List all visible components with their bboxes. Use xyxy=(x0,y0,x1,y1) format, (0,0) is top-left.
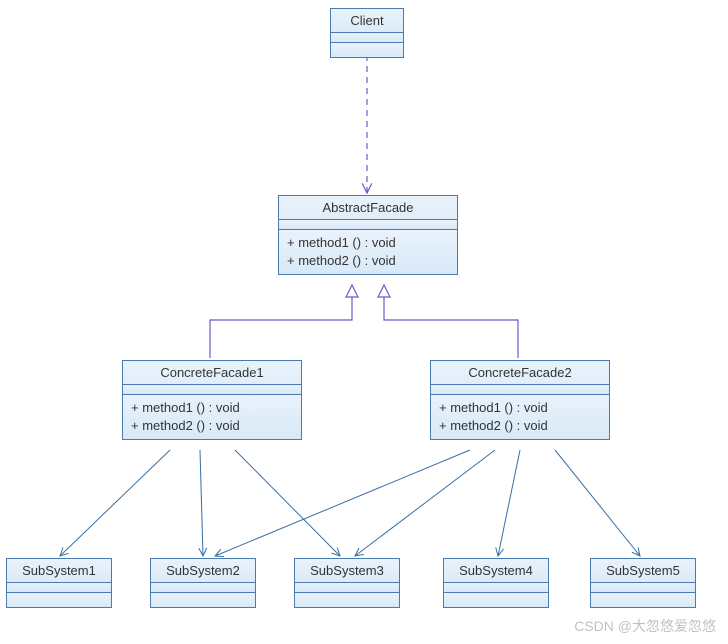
class-subsystem-2: SubSystem2 xyxy=(150,558,256,608)
class-subsystem-4: SubSystem4 xyxy=(443,558,549,608)
class-title: ConcreteFacade1 xyxy=(123,361,301,385)
class-title: SubSystem4 xyxy=(444,559,548,583)
class-client: Client xyxy=(330,8,404,58)
class-subsystem-3: SubSystem3 xyxy=(294,558,400,608)
class-subsystem-5: SubSystem5 xyxy=(590,558,696,608)
class-title: SubSystem2 xyxy=(151,559,255,583)
class-title: ConcreteFacade2 xyxy=(431,361,609,385)
class-attrs xyxy=(295,583,399,593)
class-attrs xyxy=(279,220,457,230)
class-title: SubSystem5 xyxy=(591,559,695,583)
class-methods xyxy=(7,593,111,607)
class-methods xyxy=(295,593,399,607)
class-attrs xyxy=(7,583,111,593)
method: + method1 () : void xyxy=(287,234,449,252)
class-methods: + method1 () : void + method2 () : void xyxy=(123,395,301,439)
class-concrete-facade-1: ConcreteFacade1 + method1 () : void + me… xyxy=(122,360,302,440)
method: + method2 () : void xyxy=(439,417,601,435)
class-methods xyxy=(331,43,403,57)
class-methods: + method1 () : void + method2 () : void xyxy=(431,395,609,439)
class-attrs xyxy=(123,385,301,395)
method: + method2 () : void xyxy=(287,252,449,270)
class-attrs xyxy=(444,583,548,593)
class-title: SubSystem3 xyxy=(295,559,399,583)
class-attrs xyxy=(431,385,609,395)
watermark: CSDN @大忽悠爱忽悠 xyxy=(574,616,716,636)
class-attrs xyxy=(151,583,255,593)
class-concrete-facade-2: ConcreteFacade2 + method1 () : void + me… xyxy=(430,360,610,440)
class-title: AbstractFacade xyxy=(279,196,457,220)
method: + method2 () : void xyxy=(131,417,293,435)
class-attrs xyxy=(591,583,695,593)
class-title: SubSystem1 xyxy=(7,559,111,583)
class-subsystem-1: SubSystem1 xyxy=(6,558,112,608)
class-methods xyxy=(444,593,548,607)
class-attrs xyxy=(331,33,403,43)
class-methods xyxy=(591,593,695,607)
class-abstract-facade: AbstractFacade + method1 () : void + met… xyxy=(278,195,458,275)
class-methods xyxy=(151,593,255,607)
method: + method1 () : void xyxy=(439,399,601,417)
class-title: Client xyxy=(331,9,403,33)
class-methods: + method1 () : void + method2 () : void xyxy=(279,230,457,274)
method: + method1 () : void xyxy=(131,399,293,417)
